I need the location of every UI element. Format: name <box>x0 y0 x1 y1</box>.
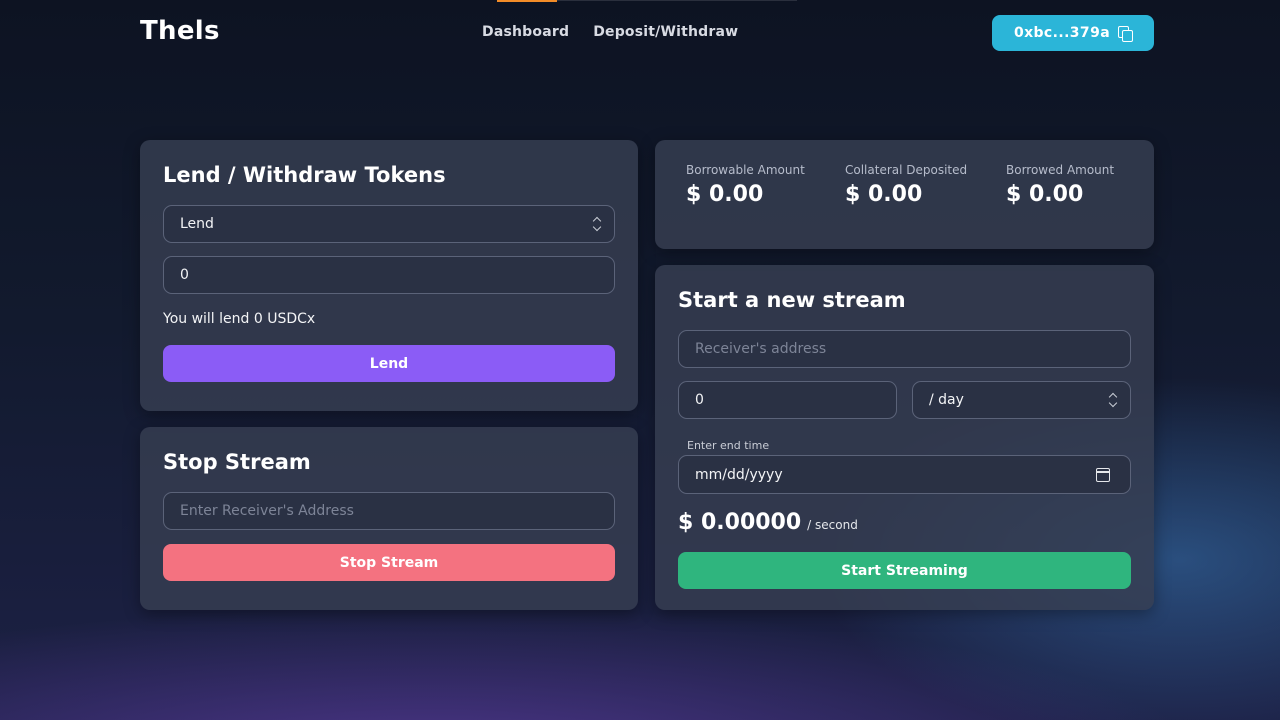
receiver-address-placeholder: Receiver's address <box>695 341 827 357</box>
lend-summary-text: You will lend 0 USDCx <box>163 311 316 327</box>
lend-button-label: Lend <box>369 355 409 372</box>
calendar-icon[interactable] <box>1096 468 1110 482</box>
app-logo[interactable]: Thels <box>140 16 220 46</box>
end-time-label: Enter end time <box>687 439 770 452</box>
lend-withdraw-card: Lend / Withdraw Tokens Lend 0 You will l… <box>140 140 638 411</box>
app-header: Thels Dashboard Deposit/Withdraw 0xbc...… <box>0 0 1280 66</box>
start-streaming-button[interactable]: Start Streaming <box>678 552 1131 589</box>
nav-dashboard[interactable]: Dashboard <box>482 24 569 40</box>
stop-stream-title: Stop Stream <box>163 450 311 474</box>
chevron-updown-icon <box>593 217 602 233</box>
lend-mode-select[interactable]: Lend <box>163 205 615 243</box>
lend-button[interactable]: Lend <box>163 345 615 382</box>
stop-stream-button[interactable]: Stop Stream <box>163 544 615 581</box>
stat-collateral: Collateral Deposited $ 0.00 <box>845 163 967 207</box>
stat-collateral-label: Collateral Deposited <box>845 163 968 177</box>
end-date-input[interactable]: mm/dd/yyyy <box>678 455 1131 494</box>
start-streaming-button-label: Start Streaming <box>841 562 968 579</box>
end-date-placeholder: mm/dd/yyyy <box>695 466 783 483</box>
flow-rate-input[interactable]: 0 <box>678 381 897 419</box>
lend-amount-value: 0 <box>180 267 189 283</box>
nav-deposit-withdraw[interactable]: Deposit/Withdraw <box>593 24 738 40</box>
wallet-address-label: 0xbc...379a <box>1013 25 1111 41</box>
stat-borrowable-value: $ 0.00 <box>686 182 764 207</box>
wallet-address-button[interactable]: 0xbc...379a <box>992 15 1154 51</box>
stop-receiver-placeholder: Enter Receiver's Address <box>180 503 354 519</box>
lend-card-title: Lend / Withdraw Tokens <box>163 163 446 187</box>
lend-mode-value: Lend <box>180 216 214 232</box>
main-nav: Dashboard Deposit/Withdraw <box>482 24 738 40</box>
lend-amount-input[interactable]: 0 <box>163 256 615 294</box>
stat-borrowable-label: Borrowable Amount <box>686 163 805 177</box>
stat-borrowed-value: $ 0.00 <box>1006 182 1084 207</box>
stop-stream-card: Stop Stream Enter Receiver's Address Sto… <box>140 427 638 610</box>
stat-collateral-value: $ 0.00 <box>845 182 923 207</box>
flow-amount-value: $ 0.00000 <box>678 510 802 535</box>
chevron-updown-icon <box>1109 393 1118 409</box>
stop-stream-button-label: Stop Stream <box>339 554 439 571</box>
account-stats-card: Borrowable Amount $ 0.00 Collateral Depo… <box>655 140 1154 249</box>
flow-amount-display: $ 0.00000 / second <box>678 510 858 535</box>
stat-borrowed-label: Borrowed Amount <box>1006 163 1115 177</box>
stat-borrowable: Borrowable Amount $ 0.00 <box>686 163 805 207</box>
flow-period-select[interactable]: / day <box>912 381 1131 419</box>
new-stream-title: Start a new stream <box>678 288 906 312</box>
stop-receiver-address-input[interactable]: Enter Receiver's Address <box>163 492 615 530</box>
receiver-address-input[interactable]: Receiver's address <box>678 330 1131 368</box>
copy-icon[interactable] <box>1118 26 1134 42</box>
new-stream-card: Start a new stream Receiver's address 0 … <box>655 265 1154 610</box>
flow-amount-unit: / second <box>807 518 858 532</box>
flow-rate-value: 0 <box>695 392 704 408</box>
stat-borrowed: Borrowed Amount $ 0.00 <box>1006 163 1114 207</box>
flow-period-value: / day <box>929 392 964 408</box>
